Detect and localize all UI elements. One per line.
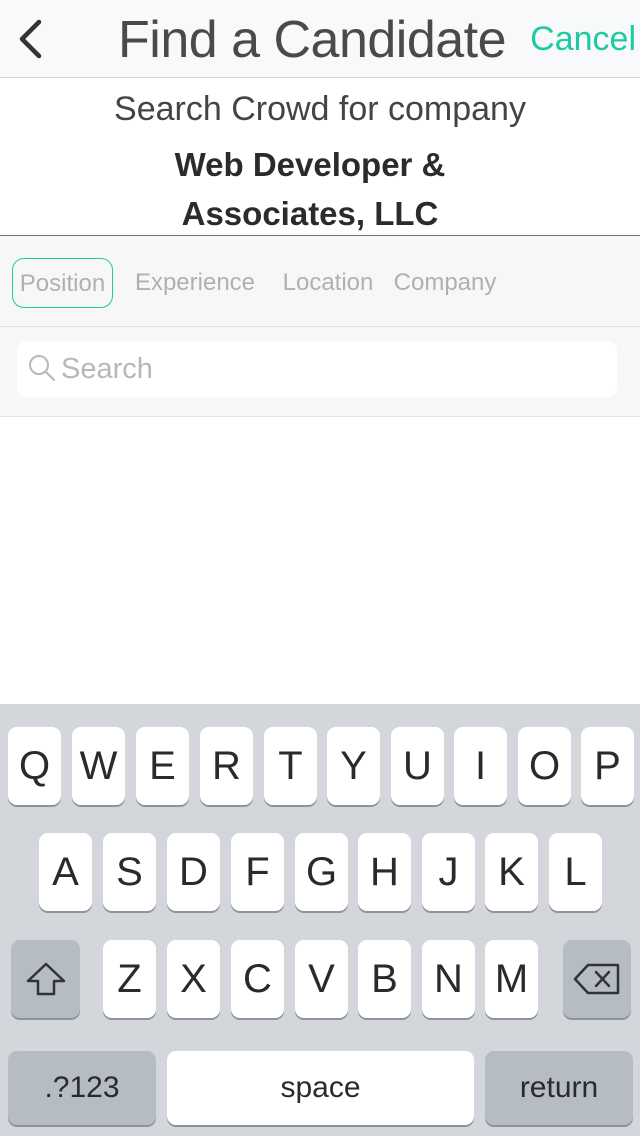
key-e[interactable]: E [136,727,189,805]
key-p[interactable]: P [581,727,634,805]
tab-experience[interactable]: Experience [130,258,260,308]
return-key[interactable]: return [485,1051,633,1125]
key-y[interactable]: Y [327,727,380,805]
tab-company[interactable]: Company [390,258,500,308]
key-r[interactable]: R [200,727,253,805]
search-input[interactable] [61,341,601,397]
key-d[interactable]: D [167,833,220,911]
company-name: Web Developer & Associates, LLC [120,140,500,238]
shift-icon [26,962,65,996]
key-a[interactable]: A [39,833,92,911]
search-icon [29,355,56,382]
navigation-bar: Find a Candidate Cancel [0,0,640,78]
key-w[interactable]: W [72,727,125,805]
key-z[interactable]: Z [103,940,156,1018]
search-subtitle: Search Crowd for company [114,90,526,128]
key-o[interactable]: O [518,727,571,805]
filter-tabs: Position Experience Location Company [0,236,640,327]
key-h[interactable]: H [358,833,411,911]
delete-key[interactable] [563,940,631,1018]
key-g[interactable]: G [295,833,348,911]
key-i[interactable]: I [454,727,507,805]
key-l[interactable]: L [549,833,602,911]
search-bar [0,327,640,417]
space-key[interactable]: space [167,1051,474,1125]
key-t[interactable]: T [264,727,317,805]
numbers-key[interactable]: .?123 [8,1051,156,1125]
page-title: Find a Candidate [118,11,507,69]
key-v[interactable]: V [295,940,348,1018]
key-k[interactable]: K [485,833,538,911]
search-field[interactable] [17,341,617,397]
chevron-left-icon [19,19,42,59]
key-m[interactable]: M [485,940,538,1018]
tab-location[interactable]: Location [278,258,378,308]
key-s[interactable]: S [103,833,156,911]
cancel-button[interactable]: Cancel [530,18,636,60]
key-n[interactable]: N [422,940,475,1018]
key-f[interactable]: F [231,833,284,911]
key-j[interactable]: J [422,833,475,911]
shift-key[interactable] [11,940,80,1018]
backspace-icon [573,963,620,995]
key-q[interactable]: Q [8,727,61,805]
keyboard: Q W E R T Y U I O P A S D F G H J K L Z … [0,704,640,1136]
key-b[interactable]: B [358,940,411,1018]
key-u[interactable]: U [391,727,444,805]
tab-position[interactable]: Position [12,258,113,308]
key-c[interactable]: C [231,940,284,1018]
company-name-line1: Web Developer & [174,146,446,183]
company-name-line2: Associates, LLC [181,195,439,232]
key-x[interactable]: X [167,940,220,1018]
back-button[interactable] [8,14,52,64]
